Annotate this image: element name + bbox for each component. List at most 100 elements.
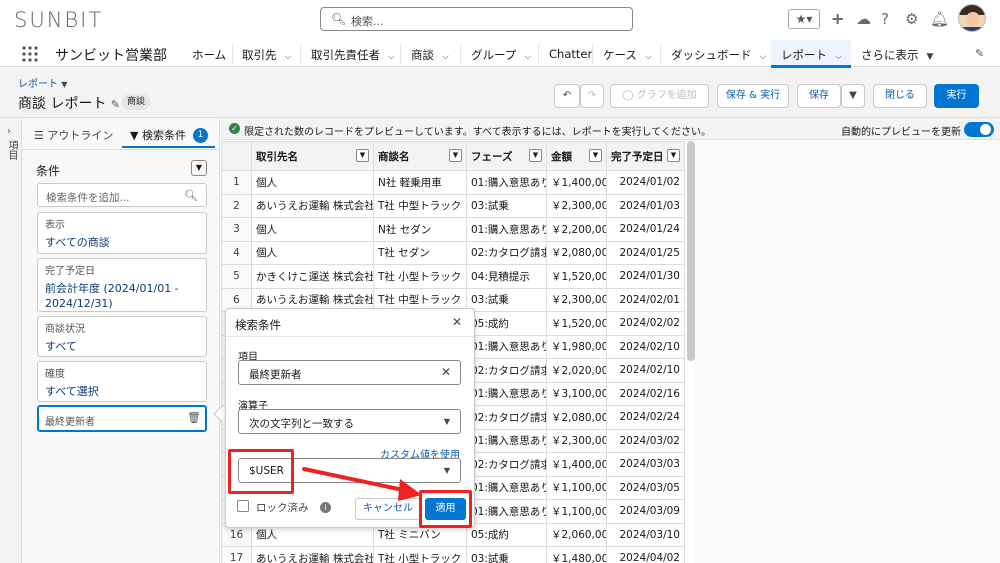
auto-preview-toggle[interactable]	[964, 122, 994, 137]
undo-button[interactable]: ↶	[554, 84, 580, 108]
operator-select[interactable]: 次の文字列と一致する ▼	[238, 409, 461, 434]
edit-nav-pencil-icon[interactable]: ✎	[975, 47, 984, 60]
save-button[interactable]: 保存	[797, 84, 841, 108]
filters-menu-caret-icon[interactable]: ▼	[191, 160, 207, 176]
caret-down-icon[interactable]: ▼	[61, 80, 67, 89]
table-cell: ￥2,200,000	[546, 217, 607, 242]
nav-item-reports[interactable]: レポート ⌵	[781, 47, 842, 63]
table-cell: ￥2,300,000	[546, 193, 607, 218]
nav-item-cases[interactable]: ケース ⌵	[603, 47, 652, 63]
chevron-down-icon[interactable]: ⌵	[835, 52, 842, 62]
trash-icon[interactable]: 🗑︎	[187, 411, 201, 424]
filter-card-probability[interactable]: 確度 すべて選択	[37, 361, 207, 402]
redo-button[interactable]: ↷	[580, 84, 604, 108]
table-cell: ￥1,400,000	[546, 452, 607, 477]
column-header[interactable]: フェーズ ▼	[466, 141, 547, 171]
table-cell: ￥1,480,000	[546, 546, 607, 563]
table-cell: 個人	[251, 170, 374, 195]
help-icon[interactable]: ?	[881, 10, 889, 28]
nav-item-chatter[interactable]: Chatter	[549, 47, 592, 61]
table-cell: 2024/02/02	[606, 311, 685, 336]
table-row: 4個人T社 セダン02:カタログ請求￥2,080,0002024/01/25	[221, 240, 685, 265]
column-header[interactable]: 取引先名 ▼	[251, 141, 374, 171]
table-cell: 02:カタログ請求	[466, 405, 547, 430]
global-search-input[interactable]: 🔍︎ 検索...	[320, 7, 633, 31]
column-menu-caret-icon[interactable]: ▼	[589, 149, 602, 162]
search-icon: 🔍︎	[184, 189, 198, 202]
close-icon[interactable]: ✕	[452, 315, 462, 329]
bell-icon[interactable]: 🔔︎	[930, 10, 949, 28]
close-button[interactable]: 閉じる	[873, 84, 927, 108]
logo: SUNBIT	[14, 8, 104, 32]
pencil-icon[interactable]: ✎	[111, 98, 120, 111]
nav-item-contacts[interactable]: 取引先責任者 ⌵	[311, 47, 395, 63]
run-button[interactable]: 実行	[934, 84, 979, 108]
annotation-arrow-icon	[302, 467, 422, 501]
table-cell: 02:カタログ請求	[466, 452, 547, 477]
column-menu-caret-icon[interactable]: ▼	[529, 149, 542, 162]
table-cell: 2024/01/24	[606, 217, 685, 242]
filter-card-status[interactable]: 商談状況 すべて	[37, 316, 207, 357]
table-cell: 2024/01/25	[606, 240, 685, 265]
chevron-down-icon[interactable]: ⌵	[645, 52, 652, 62]
chevron-down-icon[interactable]: ⌵	[760, 52, 767, 62]
field-lookup[interactable]: 最終更新者 ✕	[238, 360, 461, 385]
table-cell: N社 セダン	[373, 217, 467, 242]
app-launcher-icon[interactable]	[22, 46, 38, 62]
table-cell: あいうえお運輸 株式会社	[251, 546, 374, 563]
nav-item-opportunities[interactable]: 商談 ⌵	[411, 47, 449, 63]
avatar[interactable]	[958, 4, 986, 32]
nav-item-more[interactable]: さらに表示 ▼	[861, 47, 933, 63]
chevron-down-icon[interactable]: ⌵	[524, 52, 531, 62]
column-header[interactable]: 金額 ▼	[546, 141, 607, 171]
table-scrollbar[interactable]	[687, 141, 695, 361]
gear-icon[interactable]: ⚙	[905, 10, 918, 28]
table-cell: 02:カタログ請求	[466, 358, 547, 383]
breadcrumb[interactable]: レポート ▼	[18, 75, 67, 90]
column-menu-caret-icon[interactable]: ▼	[356, 149, 369, 162]
table-cell: 2024/02/16	[606, 381, 685, 406]
save-menu-caret-icon[interactable]: ▼	[841, 84, 865, 108]
table-cell: あいうえお運輸 株式会社	[251, 193, 374, 218]
chevron-right-icon[interactable]: ›	[7, 126, 11, 137]
check-circle-icon: ✓	[229, 123, 240, 134]
nav-item-dashboards[interactable]: ダッシュボード ⌵	[671, 47, 766, 63]
table-cell: T社 小型トラック	[373, 546, 467, 563]
table-cell: ￥2,060,000	[546, 522, 607, 547]
add-filter-input[interactable]: 検索条件を追加... 🔍︎	[37, 183, 207, 207]
column-menu-caret-icon[interactable]: ▼	[449, 149, 462, 162]
fields-rail-label[interactable]: 項目	[4, 140, 19, 160]
plus-icon[interactable]: ➕︎	[832, 10, 843, 28]
clear-icon[interactable]: ✕	[441, 365, 451, 379]
table-cell: 05:成約	[466, 522, 547, 547]
favorites-star-icon[interactable]: ★▾	[788, 9, 820, 29]
column-header[interactable]: 商談名 ▼	[373, 141, 467, 171]
fields-rail[interactable]: ›	[0, 118, 22, 563]
filter-card-show[interactable]: 表示 すべての商談	[37, 212, 207, 254]
table-cell: 03:試乗	[466, 546, 547, 563]
filter-card-close-date[interactable]: 完了予定日 前会計年度 (2024/01/01 - 2024/12/31)	[37, 258, 207, 312]
trailhead-icon[interactable]: ☁	[856, 10, 871, 28]
add-chart-button[interactable]: ◯ グラフを追加	[610, 84, 709, 108]
nav-item-home[interactable]: ホーム	[192, 47, 226, 63]
chevron-down-icon[interactable]: ⌵	[388, 52, 395, 62]
app-name: サンビット営業部	[55, 48, 167, 64]
filter-card-last-modified-by[interactable]: 最終更新者 🗑︎	[37, 405, 207, 432]
nav-item-groups[interactable]: グループ ⌵	[471, 47, 531, 63]
chevron-down-icon[interactable]: ⌵	[285, 52, 292, 62]
column-header[interactable]: 完了予定日 ▼	[606, 141, 685, 171]
locked-checkbox[interactable]	[237, 500, 249, 512]
column-menu-caret-icon[interactable]: ▼	[667, 149, 680, 162]
table-row: 1個人N社 軽乗用車01:購入意思あり￥1,400,0002024/01/02	[221, 170, 685, 195]
table-cell: 2024/01/30	[606, 264, 685, 289]
table-cell: ￥1,520,000	[546, 264, 607, 289]
save-and-run-button[interactable]: 保存 & 実行	[717, 84, 789, 108]
tab-active-indicator	[122, 146, 215, 148]
row-number: 4	[221, 240, 252, 265]
tab-outline[interactable]: ☰ アウトライン	[34, 123, 113, 149]
table-cell: 2024/02/01	[606, 287, 685, 312]
nav-item-accounts[interactable]: 取引先 ⌵	[242, 47, 291, 63]
table-cell: ￥3,100,000	[546, 381, 607, 406]
caret-down-icon[interactable]: ▼	[927, 52, 934, 62]
chevron-down-icon[interactable]: ⌵	[442, 52, 449, 62]
